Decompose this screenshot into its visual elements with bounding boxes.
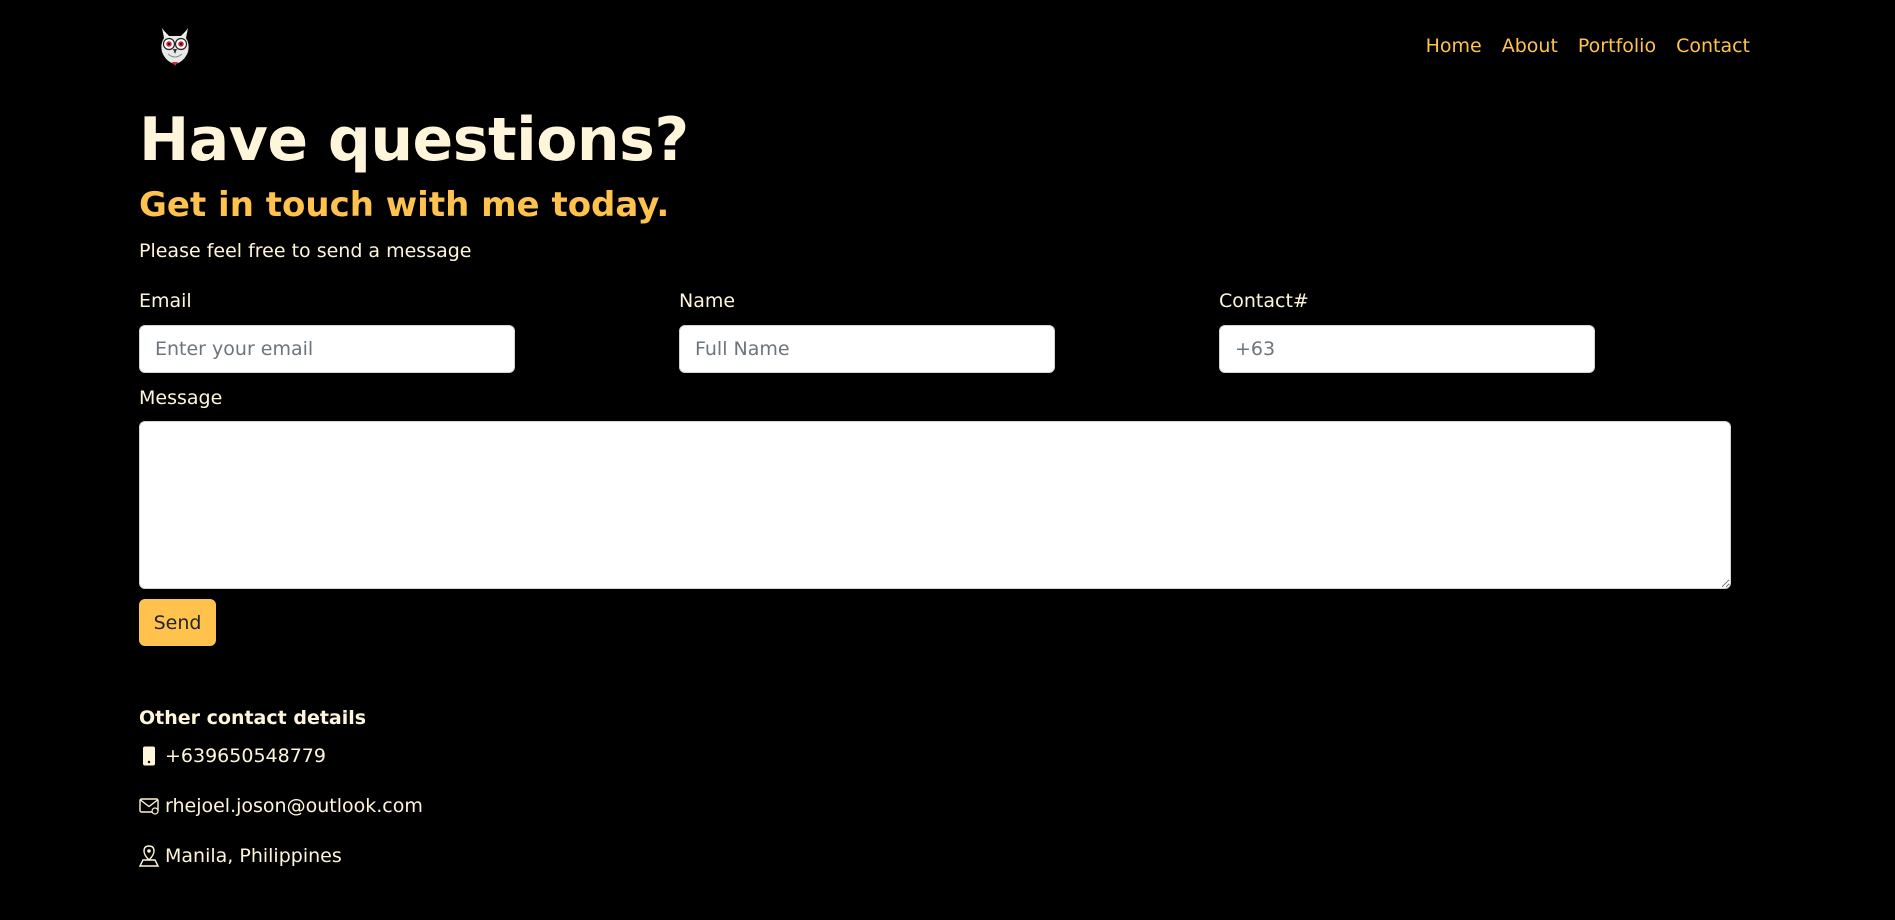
phone-icon (139, 745, 159, 767)
name-field[interactable] (679, 325, 1055, 373)
contact-location-text: Manila, Philippines (165, 845, 342, 867)
map-pin-icon (139, 845, 159, 867)
contact-phone: +639650548779 (139, 743, 326, 769)
contact-phone-text: +639650548779 (165, 745, 326, 767)
contact-page: Home About Portfolio Contact Have questi… (0, 0, 1895, 920)
envelope-icon (139, 795, 159, 817)
contact-email-text: rhejoel.joson@outlook.com (165, 795, 423, 817)
nav-contact[interactable]: Contact (1676, 33, 1750, 59)
email-field[interactable] (139, 325, 515, 373)
message-field[interactable] (139, 421, 1731, 589)
contact-location: Manila, Philippines (139, 843, 342, 869)
contact-email: rhejoel.joson@outlook.com (139, 793, 423, 819)
contact-label: Contact# (1219, 290, 1309, 312)
nav-home[interactable]: Home (1426, 33, 1482, 59)
intro-text: Please feel free to send a message (139, 240, 472, 262)
main-nav: Home About Portfolio Contact (1406, 33, 1750, 59)
nav-about[interactable]: About (1502, 33, 1558, 59)
nav-portfolio[interactable]: Portfolio (1578, 33, 1656, 59)
email-label: Email (139, 290, 192, 312)
other-contact-title: Other contact details (139, 707, 367, 729)
name-label: Name (679, 290, 736, 312)
owl-logo-icon[interactable] (156, 24, 194, 66)
page-title: Have questions? (139, 105, 689, 175)
message-label: Message (139, 387, 223, 409)
contact-number-field[interactable] (1219, 325, 1595, 373)
page-subtitle: Get in touch with me today. (139, 185, 670, 225)
send-button[interactable]: Send (139, 599, 216, 646)
